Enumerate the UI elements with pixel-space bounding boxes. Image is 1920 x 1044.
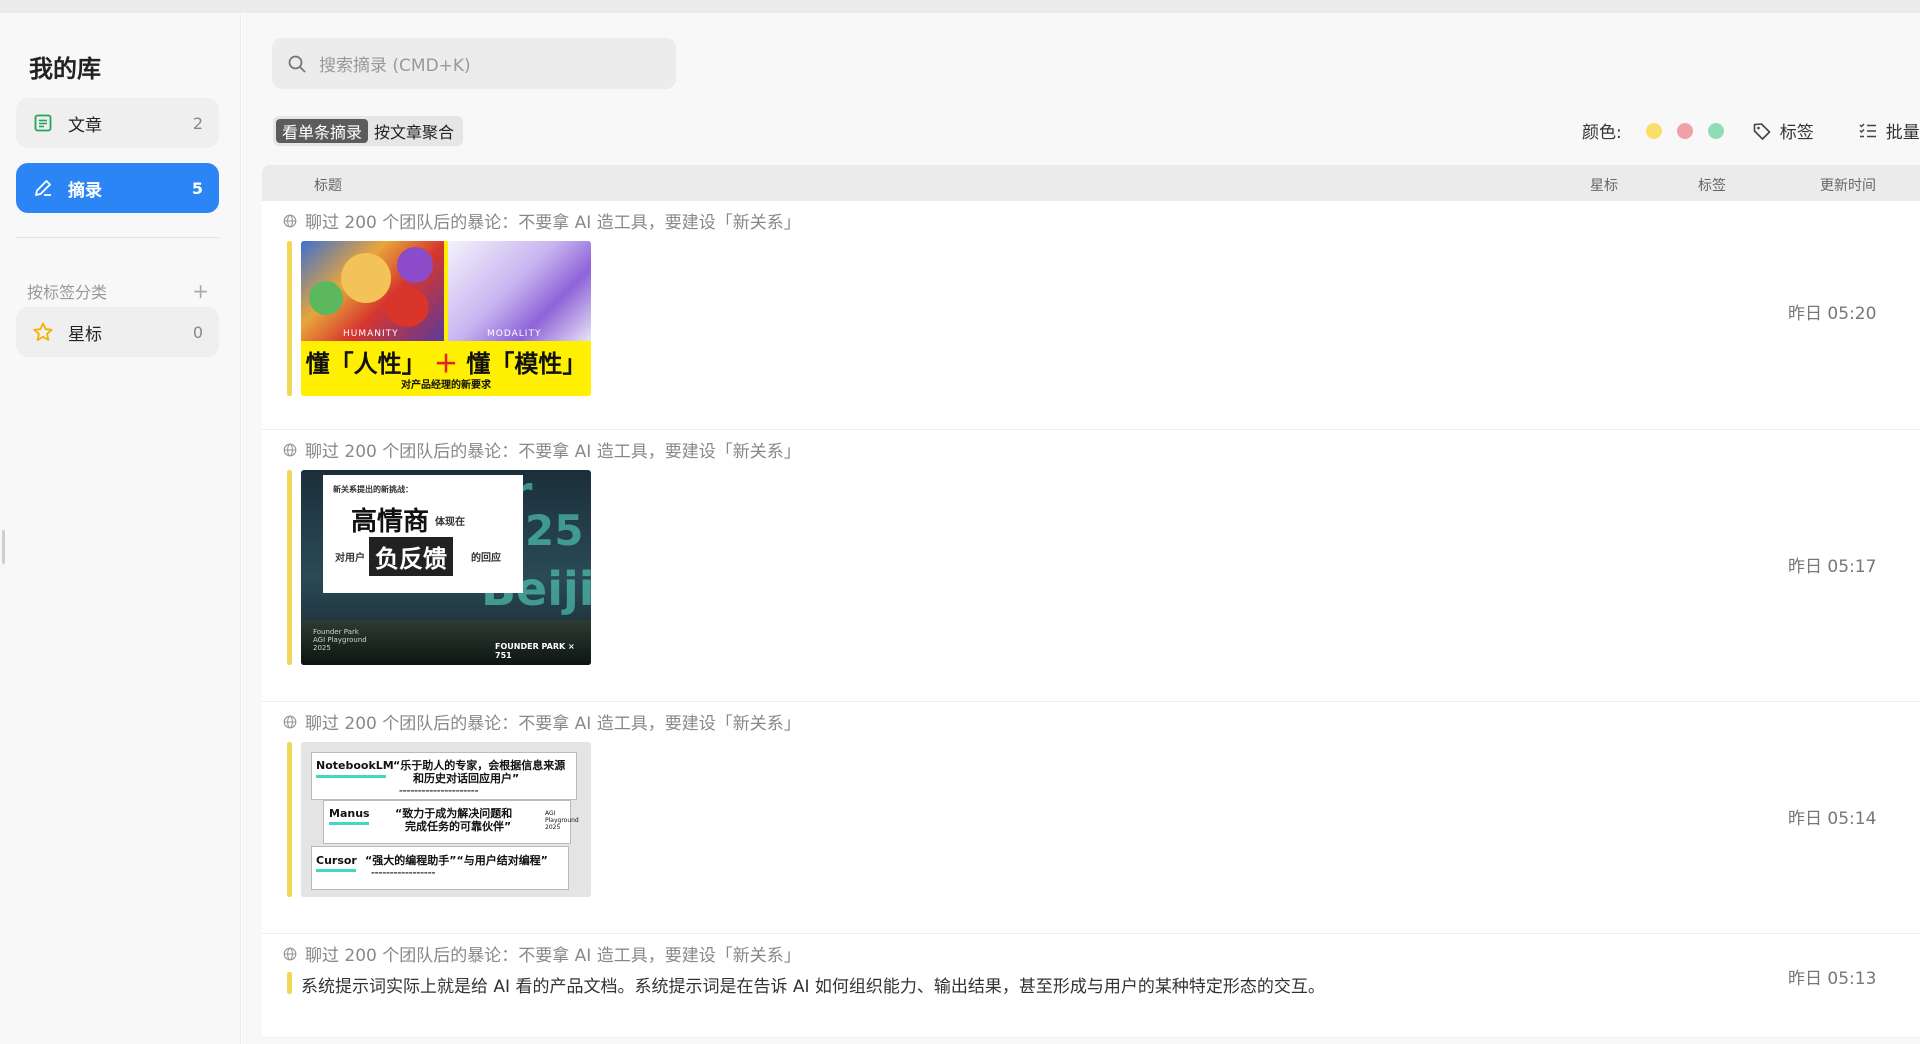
highlight-bar — [287, 742, 292, 897]
row-source-title: 聊过 200 个团队后的暴论：不要拿 AI 造工具，要建设「新关系」 — [305, 946, 801, 966]
thumb-caption-left: HUMANITY — [343, 329, 399, 339]
excerpt-image[interactable]: HUMANITY MODALITY 懂「人性」 ＋ 懂「模性」 对产品经理的新要… — [301, 241, 591, 396]
view-single-excerpt[interactable]: 看单条摘录 — [276, 119, 369, 143]
nav-item-label: 摘录 — [68, 180, 102, 201]
table-row[interactable]: 聊过 200 个团队后的暴论：不要拿 AI 造工具，要建设「新关系」 系统提示词… — [262, 934, 1920, 1038]
row-updated-time: 昨日 05:20 — [1788, 304, 1877, 324]
thumb-footer: Founder Park AGI Playground 2025 — [313, 628, 367, 652]
row-source-title: 聊过 200 个团队后的暴论：不要拿 AI 造工具，要建设「新关系」 — [305, 213, 801, 233]
tag-item-star[interactable]: 星标 0 — [16, 307, 219, 357]
star-icon — [32, 321, 54, 343]
table-row[interactable]: 聊过 200 个团队后的暴论：不要拿 AI 造工具，要建设「新关系」 ur 25… — [262, 430, 1920, 702]
highlight-bar — [287, 972, 292, 994]
row-source[interactable]: 聊过 200 个团队后的暴论：不要拿 AI 造工具，要建设「新关系」 — [283, 941, 801, 966]
excerpt-list: 聊过 200 个团队后的暴论：不要拿 AI 造工具，要建设「新关系」 HUMAN… — [262, 201, 1920, 1038]
nav-item-excerpts[interactable]: 摘录 5 — [16, 163, 219, 213]
article-icon — [32, 112, 54, 134]
color-yellow-filter[interactable] — [1645, 122, 1662, 139]
color-filter-label: 颜色: — [1582, 123, 1622, 143]
batch-label: 批量 — [1885, 123, 1920, 143]
checklist-icon — [1859, 122, 1876, 137]
library-title: 我的库 — [29, 55, 101, 83]
batch-button[interactable]: 批量 — [1858, 118, 1920, 143]
row-source-title: 聊过 200 个团队后的暴论：不要拿 AI 造工具，要建设「新关系」 — [305, 714, 801, 734]
nav-item-count: 5 — [191, 178, 203, 198]
table-header: 标题 星标 标签 更新时间 — [262, 165, 1920, 201]
row-source[interactable]: 聊过 200 个团队后的暴论：不要拿 AI 造工具，要建设「新关系」 — [283, 709, 801, 734]
column-star[interactable]: 星标 — [1590, 175, 1618, 195]
table-row[interactable]: 聊过 200 个团队后的暴论：不要拿 AI 造工具，要建设「新关系」 Noteb… — [262, 702, 1920, 934]
color-green-filter[interactable] — [1707, 122, 1724, 139]
search-icon — [288, 55, 306, 73]
cartoon-characters-image — [301, 241, 444, 341]
excerpt-image[interactable]: ur 25 Beiji 新关系提出的新挑战： 高情商 体现在 对用户 负反馈 的… — [301, 470, 591, 665]
tag-icon — [1753, 122, 1771, 140]
highlight-bar — [287, 241, 292, 396]
row-updated-time: 昨日 05:14 — [1788, 809, 1877, 829]
row-source[interactable]: 聊过 200 个团队后的暴论：不要拿 AI 造工具，要建设「新关系」 — [283, 437, 801, 462]
sidebar-divider — [16, 237, 219, 238]
highlight-bar — [287, 470, 292, 665]
nav-item-articles[interactable]: 文章 2 — [16, 98, 219, 148]
founder-park-logo: FOUNDER PARK × 751 — [495, 642, 575, 660]
tag-section-label: 按标签分类 — [27, 283, 108, 302]
tag-filter-label: 标签 — [1779, 123, 1814, 143]
excerpt-text[interactable]: 系统提示词实际上就是给 AI 看的产品文档。系统提示词是在告诉 AI 如何组织能… — [301, 972, 1325, 997]
tag-filter-button[interactable]: 标签 — [1752, 118, 1814, 143]
nav-item-count: 2 — [192, 113, 203, 133]
abstract-data-image — [448, 241, 591, 341]
tag-item-count: 0 — [192, 322, 203, 342]
window-top-strip — [0, 0, 1920, 13]
sidebar: 我的库 文章 2 摘录 5 按标签分类 + 星标 0 — [0, 13, 241, 1044]
row-updated-time: 昨日 05:17 — [1788, 557, 1877, 577]
tag-section-header: 按标签分类 + — [27, 279, 209, 303]
sidebar-resize-handle[interactable] — [2, 530, 5, 564]
excerpt-image[interactable]: NotebookLM “乐于助人的专家，会根据信息来源 和历史对话回应用户” ▬… — [301, 742, 591, 897]
globe-icon — [283, 214, 297, 227]
nav-item-label: 文章 — [68, 115, 102, 136]
add-tag-button[interactable]: + — [192, 279, 209, 303]
color-red-filter[interactable] — [1676, 122, 1693, 139]
slide-card: 新关系提出的新挑战： 高情商 体现在 对用户 负反馈 的回应 — [323, 475, 523, 593]
globe-icon — [283, 947, 297, 960]
pen-icon — [32, 177, 54, 199]
view-by-article[interactable]: 按文章聚合 — [368, 119, 460, 143]
column-tags[interactable]: 标签 — [1698, 175, 1726, 195]
main-panel: 搜索摘录 (CMD+K) 看单条摘录 按文章聚合 颜色: 标签 批量 标题 星标… — [242, 13, 1920, 1044]
column-updated[interactable]: 更新时间 — [1820, 175, 1876, 195]
filter-bar: 颜色: 标签 批量 — [1582, 118, 1920, 143]
tag-item-label: 星标 — [68, 324, 102, 345]
thumb-subline: 对产品经理的新要求 — [401, 380, 491, 391]
thumb-headline: 懂「人性」 ＋ 懂「模性」 — [305, 350, 587, 378]
row-source[interactable]: 聊过 200 个团队后的暴论：不要拿 AI 造工具，要建设「新关系」 — [283, 208, 801, 233]
row-updated-time: 昨日 05:13 — [1788, 969, 1877, 989]
globe-icon — [283, 715, 297, 728]
row-source-title: 聊过 200 个团队后的暴论：不要拿 AI 造工具，要建设「新关系」 — [305, 442, 801, 462]
search-placeholder: 搜索摘录 (CMD+K) — [319, 56, 471, 76]
globe-icon — [283, 443, 297, 456]
search-box[interactable]: 搜索摘录 (CMD+K) — [272, 38, 676, 89]
view-toggle: 看单条摘录 按文章聚合 — [273, 116, 464, 146]
table-row[interactable]: 聊过 200 个团队后的暴论：不要拿 AI 造工具，要建设「新关系」 HUMAN… — [262, 201, 1920, 430]
thumb-caption-right: MODALITY — [487, 329, 542, 339]
column-title[interactable]: 标题 — [314, 175, 342, 195]
